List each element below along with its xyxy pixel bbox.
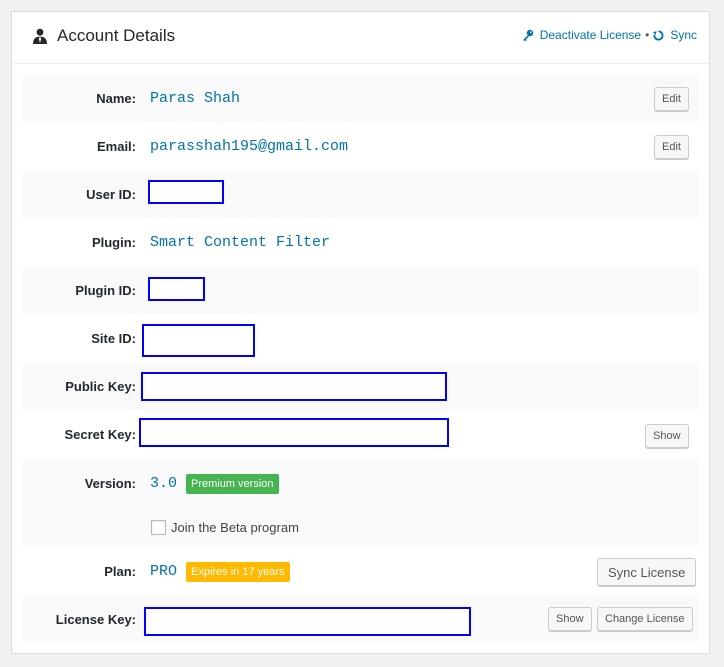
- email-value: parasshah195@gmail.com: [150, 138, 349, 155]
- edit-name-button[interactable]: Edit: [654, 87, 689, 111]
- email-label: Email:: [96, 139, 136, 154]
- row-email: Email: parasshah195@gmail.com Edit: [23, 123, 699, 171]
- plan-label: Plan:: [104, 564, 136, 579]
- header-actions: Deactivate License • Sync: [522, 28, 697, 42]
- row-plugin: Plugin: Smart Content Filter: [23, 219, 699, 267]
- row-plan: Plan: PRO Expires in 17 years Sync Licen…: [23, 547, 699, 595]
- public-key-label: Public Key:: [65, 379, 136, 394]
- secret-key-label: Secret Key:: [64, 427, 136, 442]
- row-version: Version: 3.0 Premium version Join the Be…: [23, 459, 699, 547]
- change-license-button[interactable]: Change License: [597, 607, 693, 631]
- user-icon: [33, 28, 47, 44]
- version-label: Version:: [84, 476, 136, 491]
- edit-email-button[interactable]: Edit: [654, 135, 689, 159]
- row-public-key: Public Key:: [23, 363, 699, 411]
- secret-key-redacted: [139, 418, 449, 447]
- row-site-id: Site ID:: [23, 315, 699, 363]
- row-name: Name: Paras Shah Edit: [23, 75, 699, 123]
- beta-program-checkbox[interactable]: [151, 520, 166, 535]
- sync-license-button[interactable]: Sync License: [597, 558, 697, 586]
- license-key-label: License Key:: [55, 612, 136, 627]
- sync-link[interactable]: Sync: [653, 28, 697, 42]
- panel-header: Account Details Deactivate License • Syn…: [12, 12, 709, 64]
- show-secret-key-button[interactable]: Show: [645, 424, 689, 448]
- deactivate-license-link[interactable]: Deactivate License: [522, 28, 641, 42]
- plugin-id-label: Plugin ID:: [75, 283, 136, 298]
- name-label: Name:: [96, 91, 136, 106]
- license-key-redacted: [144, 607, 471, 636]
- row-license-key: License Key: Show Change License: [23, 595, 699, 643]
- account-rows: Name: Paras Shah Edit Email: parasshah19…: [23, 75, 699, 643]
- key-icon: [522, 29, 533, 41]
- panel-title: Account Details: [57, 26, 176, 45]
- plan-value: PRO: [150, 563, 178, 580]
- name-value: Paras Shah: [150, 90, 241, 107]
- row-plugin-id: Plugin ID:: [23, 267, 699, 315]
- beta-program-label[interactable]: Join the Beta program: [171, 520, 299, 535]
- sync-label: Sync: [670, 28, 697, 42]
- premium-version-badge: Premium version: [186, 474, 279, 494]
- account-details-panel: Account Details Deactivate License • Syn…: [11, 11, 710, 654]
- deactivate-license-label: Deactivate License: [539, 28, 642, 42]
- user-id-redacted: [148, 180, 224, 204]
- row-user-id: User ID:: [23, 171, 699, 219]
- plugin-id-redacted: [148, 277, 205, 301]
- show-license-key-button[interactable]: Show: [548, 607, 592, 631]
- site-id-redacted: [142, 324, 255, 357]
- header-separator: •: [645, 28, 650, 42]
- sync-icon: [653, 29, 664, 41]
- version-value: 3.0: [150, 475, 178, 492]
- public-key-redacted: [141, 372, 447, 401]
- plugin-value: Smart Content Filter: [150, 234, 331, 251]
- plugin-label: Plugin:: [91, 235, 136, 250]
- row-secret-key: Secret Key: Show: [23, 411, 699, 459]
- site-id-label: Site ID:: [91, 331, 136, 346]
- expiry-badge: Expires in 17 years: [186, 562, 290, 582]
- user-id-label: User ID:: [86, 187, 136, 202]
